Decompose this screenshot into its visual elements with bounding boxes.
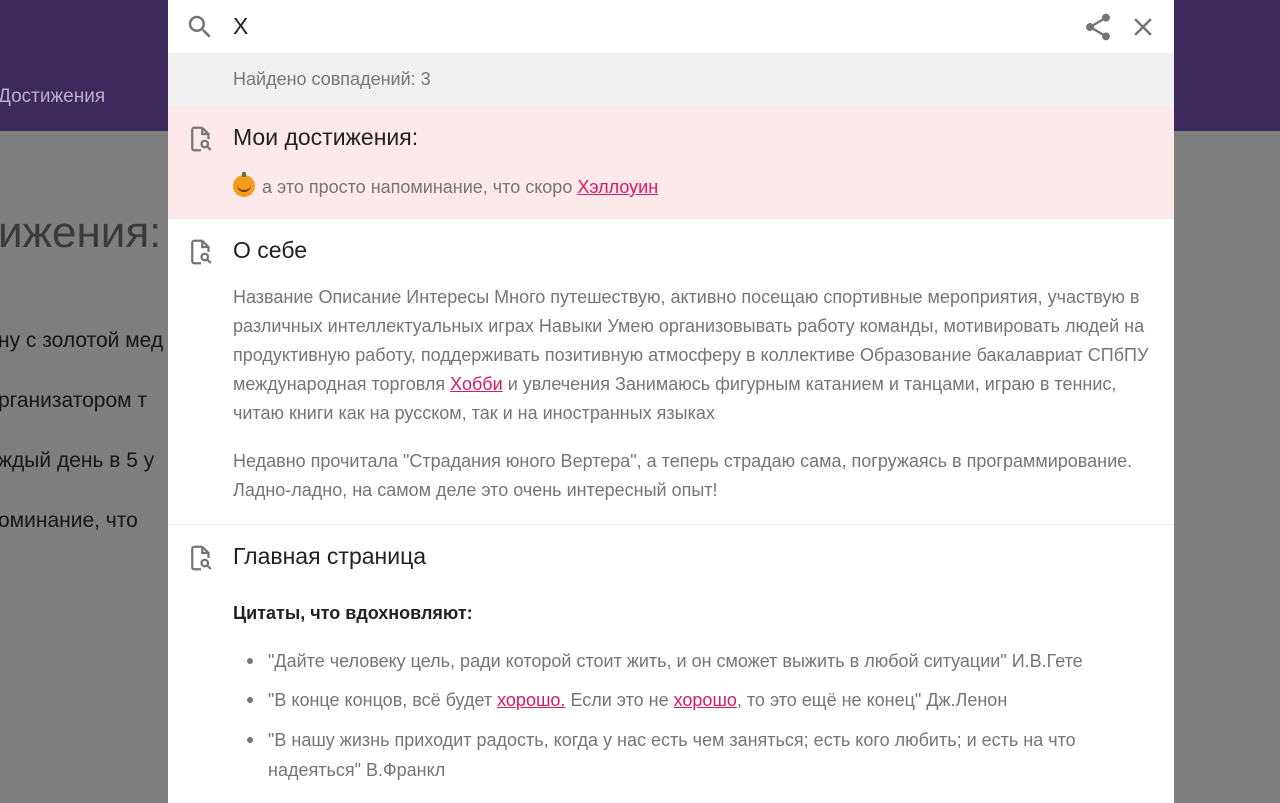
match-highlight: Хэллоуин <box>577 177 659 197</box>
document-search-icon <box>191 239 212 265</box>
match-count: Найдено совпадений: 3 <box>233 69 431 89</box>
result-snippet: а это просто напоминание, что скоро Хэлл… <box>233 172 1153 202</box>
match-highlight: Хобби <box>450 374 503 394</box>
page-text-line: ну с золотой мед <box>0 329 164 352</box>
search-result[interactable]: О себе Название Описание Интересы Много … <box>168 219 1174 525</box>
search-dialog: Найдено совпадений: 3 Мои достижения: а … <box>168 0 1174 803</box>
quote-item: "В конце концов, всё будет хорошо. Если … <box>268 685 1148 715</box>
match-highlight: хорошо. <box>497 690 566 710</box>
page-text-line: ждый день в 5 у <box>0 449 155 472</box>
search-result[interactable]: Главная страница Цитаты, что вдохновляют… <box>168 525 1174 803</box>
quote-text: "В конце концов, всё будет <box>268 690 493 710</box>
quote-item: "В нашу жизнь приходит радость, когда у … <box>268 730 1076 780</box>
search-bar <box>168 0 1174 53</box>
result-title[interactable]: Мои достижения: <box>233 124 418 151</box>
page-text-line: оминание, что <box>0 509 138 532</box>
search-icon <box>188 15 211 38</box>
bullet <box>247 658 253 664</box>
snippet-text: а это просто напоминание, что скоро <box>262 177 573 197</box>
match-highlight: хорошо <box>673 690 737 710</box>
result-snippet: Название Описание Интересы Много путешес… <box>233 283 1153 428</box>
close-icon[interactable] <box>1128 12 1158 42</box>
nav-item-achievements[interactable]: Достижения <box>0 86 105 108</box>
share-icon[interactable] <box>1082 11 1114 43</box>
document-search-icon <box>191 545 212 571</box>
quote-item: "Дайте человеку цель, ради которой стоит… <box>268 651 1083 671</box>
result-title[interactable]: Главная страница <box>233 543 426 570</box>
bullet <box>247 697 253 703</box>
search-input[interactable] <box>233 9 1053 43</box>
search-result[interactable]: Мои достижения: а это просто напоминание… <box>168 106 1174 219</box>
page-text-line: рганизатором т <box>0 389 148 412</box>
pumpkin-icon <box>233 172 255 197</box>
result-snippet: Недавно прочитала "Страдания юного Верте… <box>233 451 1133 500</box>
document-search-icon <box>191 126 212 152</box>
result-title[interactable]: О себе <box>233 237 307 264</box>
bullet <box>247 737 253 743</box>
quote-text: Если это не <box>570 690 669 710</box>
page-title: ижения: <box>0 208 162 257</box>
quote-text: , то это ещё не конец" Дж.Ленон <box>736 690 1008 710</box>
result-subheading: Цитаты, что вдохновляют: <box>233 603 473 623</box>
match-count-bar: Найдено совпадений: 3 <box>168 53 1174 106</box>
